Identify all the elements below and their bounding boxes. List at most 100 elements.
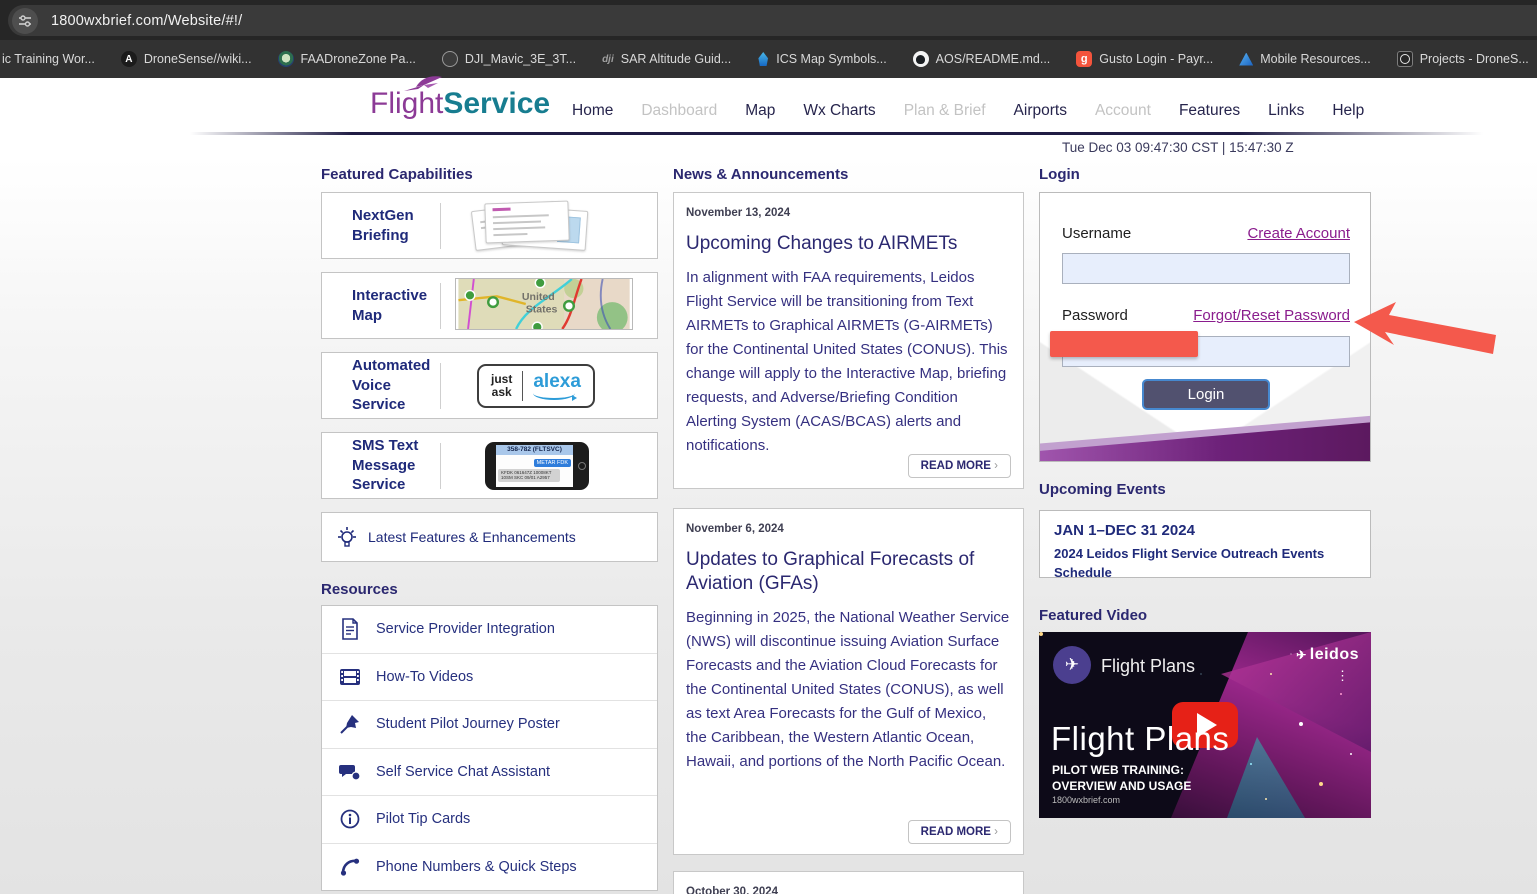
logo-text-service: Service bbox=[443, 87, 551, 120]
username-input[interactable] bbox=[1062, 253, 1350, 284]
article-date: October 30, 2024 bbox=[686, 886, 779, 894]
divider bbox=[440, 202, 441, 249]
article-title: Upcoming Changes to AIRMETs bbox=[686, 233, 958, 254]
nav-account: Account bbox=[1094, 102, 1151, 119]
dronesense-icon: A bbox=[120, 51, 137, 67]
bookmark-label: DJI_Mavic_3E_3T... bbox=[464, 52, 577, 66]
document-icon bbox=[338, 618, 362, 641]
channel-avatar: ✈ bbox=[1053, 646, 1091, 684]
bookmarks-bar: ic Training Wor... A DroneSense//wiki...… bbox=[0, 40, 1537, 78]
resource-how-to-videos[interactable]: How-To Videos bbox=[322, 654, 657, 701]
capability-sms-text[interactable]: SMS Text Message Service 358-782 (FLTSVC… bbox=[321, 432, 658, 499]
bookmark-item[interactable]: A DroneSense//wiki... bbox=[108, 51, 265, 67]
capability-automated-voice[interactable]: Automated Voice Service just ask alexa bbox=[321, 352, 658, 419]
news-heading: News & Announcements bbox=[673, 166, 849, 183]
clock-display: Tue Dec 03 09:47:30 CST | 15:47:30 Z bbox=[1062, 140, 1294, 155]
capability-label: Interactive Map bbox=[352, 287, 428, 324]
login-button[interactable]: Login bbox=[1142, 379, 1270, 410]
bookmark-item[interactable]: AOS/README.md... bbox=[900, 51, 1064, 67]
url-text[interactable]: 1800wxbrief.com/Website/#!/ bbox=[51, 13, 242, 29]
info-icon bbox=[338, 809, 362, 829]
capability-interactive-map[interactable]: Interactive Map United States bbox=[321, 272, 658, 339]
interactive-map-image: United States bbox=[455, 276, 645, 334]
nav-map[interactable]: Map bbox=[745, 102, 775, 120]
drone-app-icon bbox=[1396, 51, 1413, 67]
nav-dashboard: Dashboard bbox=[641, 102, 718, 119]
annotation-arrow bbox=[1354, 302, 1496, 354]
read-more-button[interactable]: READ MORE › bbox=[907, 454, 1011, 478]
kebab-menu-icon[interactable]: ⋮ bbox=[1336, 669, 1349, 682]
password-label: Password bbox=[1062, 307, 1128, 324]
bookmark-label: ic Training Wor... bbox=[2, 52, 95, 66]
nav-help[interactable]: Help bbox=[1332, 102, 1364, 120]
nav-features[interactable]: Features bbox=[1179, 102, 1240, 120]
resource-pilot-tip-cards[interactable]: Pilot Tip Cards bbox=[322, 796, 657, 844]
phone-icon bbox=[338, 857, 362, 877]
featured-video-heading: Featured Video bbox=[1039, 607, 1148, 624]
video-watermark: 1800wxbrief.com bbox=[1052, 795, 1121, 805]
event-item[interactable]: JAN 1–DEC 31 2024 2024 Leidos Flight Ser… bbox=[1039, 510, 1371, 580]
bookmark-label: SAR Altitude Guid... bbox=[620, 52, 732, 66]
bookmark-item[interactable]: ic Training Wor... bbox=[0, 52, 108, 66]
github-icon bbox=[912, 51, 929, 67]
resource-student-pilot-poster[interactable]: Student Pilot Journey Poster bbox=[322, 701, 657, 749]
divider bbox=[440, 282, 441, 329]
redaction-box bbox=[1050, 331, 1198, 357]
nav-home[interactable]: Home bbox=[572, 102, 613, 120]
bookmark-item[interactable]: Projects - DroneS... bbox=[1384, 51, 1537, 67]
bookmark-label: AOS/README.md... bbox=[935, 52, 1051, 66]
nav-airports[interactable]: Airports bbox=[1014, 102, 1067, 120]
dji-icon: dji bbox=[602, 53, 614, 65]
capability-nextgen-briefing[interactable]: NextGen Briefing bbox=[321, 192, 658, 259]
site-settings-icon[interactable] bbox=[12, 7, 38, 34]
latest-features-label: Latest Features & Enhancements bbox=[368, 529, 576, 545]
video-overlay-title[interactable]: Flight Plans bbox=[1101, 656, 1195, 677]
resources-card: Service Provider Integration How-To Vide… bbox=[321, 605, 658, 891]
bookmark-item[interactable]: Mobile Resources... bbox=[1226, 52, 1383, 66]
latest-features-link[interactable]: Latest Features & Enhancements bbox=[321, 512, 658, 562]
resources-heading: Resources bbox=[321, 581, 398, 598]
resource-label: Student Pilot Journey Poster bbox=[376, 716, 560, 733]
bookmark-label: Mobile Resources... bbox=[1260, 52, 1371, 66]
bookmark-item[interactable]: DJI_Mavic_3E_3T... bbox=[429, 51, 589, 67]
bookmark-item[interactable]: ICS Map Symbols... bbox=[744, 52, 899, 66]
resource-chat-assistant[interactable]: Self Service Chat Assistant bbox=[322, 749, 657, 796]
flightservice-logo[interactable]: FlightService bbox=[370, 76, 551, 121]
news-article: October 30, 2024 bbox=[673, 871, 1024, 894]
video-player[interactable]: ✈ Flight Plans ✈ leidos ⋮ Flight Plans PI… bbox=[1039, 632, 1371, 818]
username-label: Username bbox=[1062, 225, 1132, 242]
resource-service-provider-integration[interactable]: Service Provider Integration bbox=[322, 606, 657, 654]
article-body: Beginning in 2025, the National Weather … bbox=[686, 608, 1010, 770]
sms-incoming-bubble: KFDK 061647Z 10008KT 10SM SKC 09/01 A295… bbox=[498, 468, 560, 483]
forgot-password-link[interactable]: Forgot/Reset Password bbox=[1193, 307, 1350, 324]
video-thumbnail-subtitle: PILOT WEB TRAINING: OVERVIEW AND USAGE bbox=[1052, 763, 1192, 794]
header-divider bbox=[190, 132, 1537, 135]
bookmark-item[interactable]: g Gusto Login - Payr... bbox=[1063, 51, 1226, 67]
news-article: November 13, 2024 Upcoming Changes to AI… bbox=[673, 192, 1024, 489]
hummingbird-icon bbox=[404, 76, 442, 91]
lightbulb-icon bbox=[338, 527, 356, 547]
pushpin-icon bbox=[338, 714, 362, 734]
article-date: November 13, 2024 bbox=[686, 207, 791, 219]
article-title: Updates to Graphical Forecasts of Aviati… bbox=[686, 549, 975, 594]
create-account-link[interactable]: Create Account bbox=[1247, 225, 1350, 242]
bookmark-item[interactable]: dji SAR Altitude Guid... bbox=[589, 51, 744, 67]
news-article: November 6, 2024 Updates to Graphical Fo… bbox=[673, 508, 1024, 855]
briefing-papers-image bbox=[455, 198, 645, 254]
resource-label: Phone Numbers & Quick Steps bbox=[376, 858, 577, 875]
event-date-range: JAN 1–DEC 31 2024 bbox=[1054, 522, 1195, 539]
leidos-logo: ✈ leidos bbox=[1296, 646, 1359, 663]
nav-wx-charts[interactable]: Wx Charts bbox=[803, 102, 875, 120]
bookmark-item[interactable]: FAADroneZone Pa... bbox=[265, 51, 429, 67]
nav-links[interactable]: Links bbox=[1268, 102, 1304, 120]
capability-label: NextGen Briefing bbox=[352, 207, 414, 244]
bookmark-label: FAADroneZone Pa... bbox=[300, 52, 416, 66]
divider bbox=[440, 362, 441, 409]
resource-phone-numbers[interactable]: Phone Numbers & Quick Steps bbox=[322, 844, 657, 891]
login-heading: Login bbox=[1039, 166, 1080, 183]
read-more-button[interactable]: READ MORE › bbox=[907, 820, 1011, 844]
resource-label: Service Provider Integration bbox=[376, 621, 555, 638]
paper-plane-icon: ✈ bbox=[1064, 655, 1080, 674]
address-bar[interactable]: 1800wxbrief.com/Website/#!/ bbox=[8, 5, 1537, 36]
resource-label: Self Service Chat Assistant bbox=[376, 763, 551, 780]
